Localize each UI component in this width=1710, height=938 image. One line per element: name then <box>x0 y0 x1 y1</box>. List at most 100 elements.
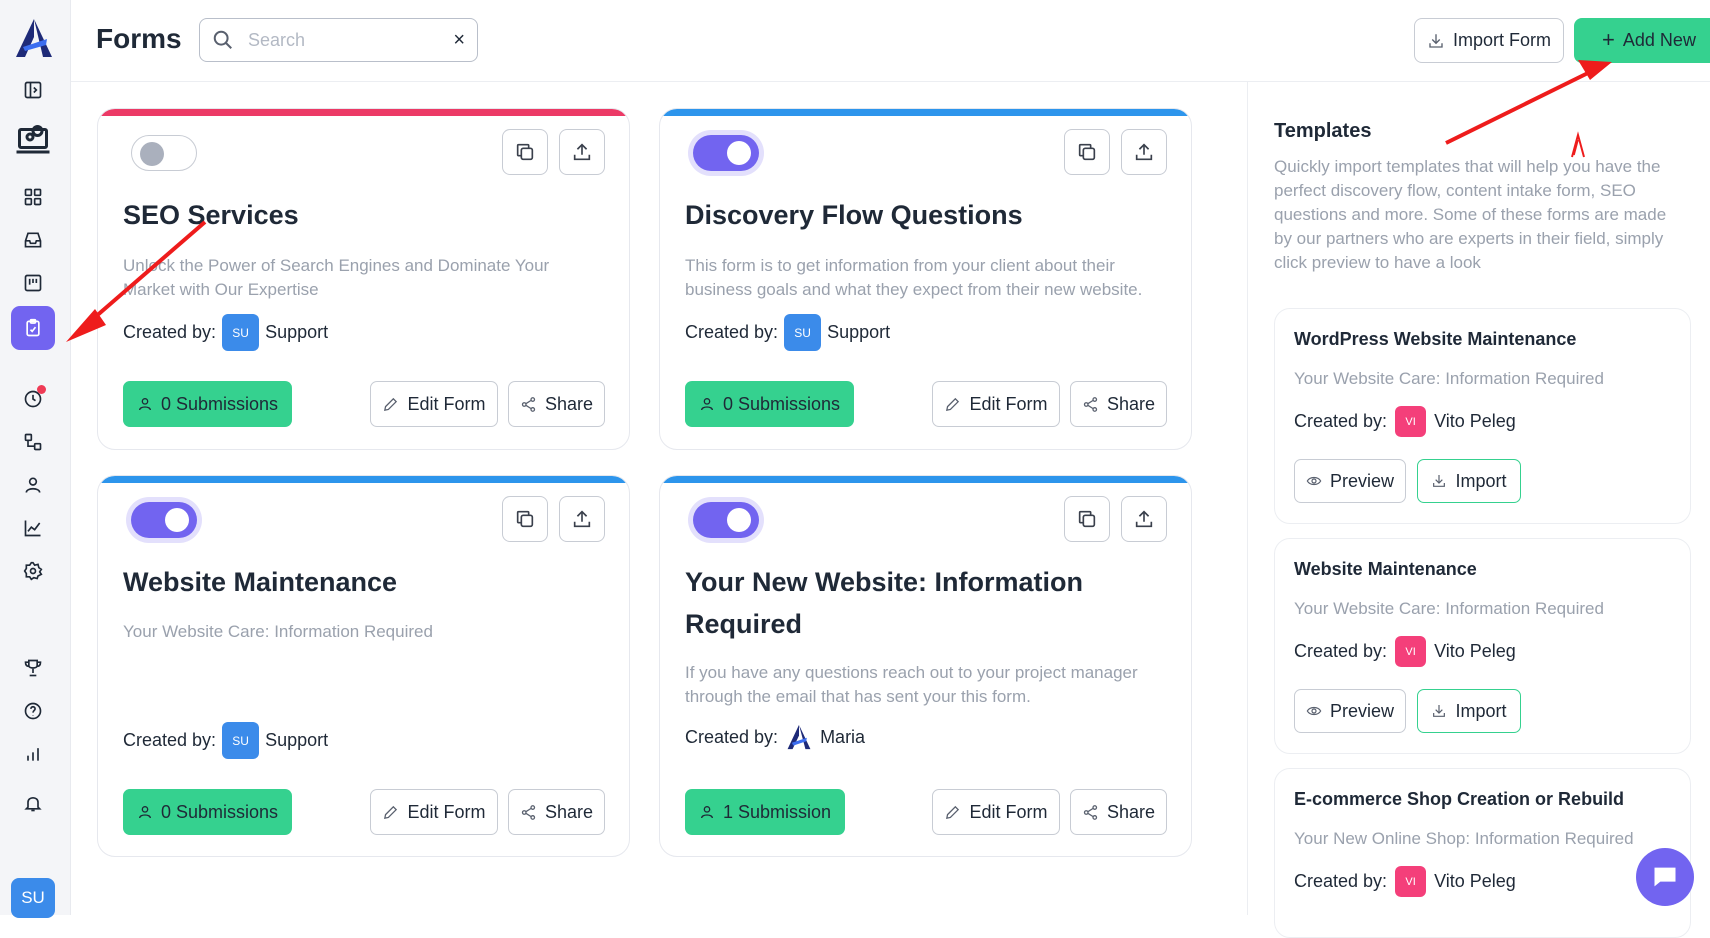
form-title[interactable]: Discovery Flow Questions <box>685 194 1165 236</box>
import-template-button[interactable]: Import <box>1417 689 1521 733</box>
search-box[interactable]: × <box>199 18 478 62</box>
share-button[interactable]: Share <box>1070 381 1167 427</box>
download-icon <box>1429 33 1443 48</box>
template-created-by: Created by: VI Vito Peleg <box>1294 406 1516 437</box>
form-card: Website Maintenance Your Website Care: I… <box>97 475 630 857</box>
upload-icon <box>1135 143 1153 161</box>
form-description: Your Website Care: Information Required <box>123 622 433 641</box>
template-created-by: Created by: VI Vito Peleg <box>1294 636 1516 667</box>
duplicate-form-button[interactable] <box>502 129 548 175</box>
clear-search-icon[interactable]: × <box>453 29 465 52</box>
time-icon[interactable] <box>17 383 49 415</box>
sidebar: SU <box>0 0 71 918</box>
form-enabled-toggle[interactable] <box>131 502 197 538</box>
edit-form-label: Edit Form <box>969 801 1048 822</box>
created-by-label: Created by: <box>123 322 217 342</box>
boards-icon[interactable] <box>17 267 49 299</box>
user-icon <box>701 806 713 819</box>
export-form-button[interactable] <box>559 496 605 542</box>
author-avatar: SU <box>784 314 822 351</box>
share-icon <box>521 804 536 820</box>
created-by-label: Created by: <box>1294 411 1388 431</box>
stats-icon[interactable] <box>17 738 49 770</box>
form-enabled-toggle[interactable] <box>131 135 197 171</box>
copy-icon <box>516 143 534 161</box>
share-label: Share <box>1106 393 1156 414</box>
chat-launcher-button[interactable] <box>1636 848 1694 906</box>
page-title: Forms <box>96 23 182 54</box>
pencil-icon <box>946 397 960 411</box>
copy-icon <box>1078 143 1096 161</box>
share-label: Share <box>544 393 594 414</box>
form-enabled-toggle[interactable] <box>693 502 759 538</box>
submissions-label: 0 Submissions <box>161 393 279 414</box>
template-name: Website Maintenance <box>1294 559 1477 579</box>
form-description: If you have any questions reach out to y… <box>685 663 1138 706</box>
form-title[interactable]: Website Maintenance <box>123 561 603 603</box>
templates-heading: Templates <box>1274 120 1372 142</box>
workflows-icon[interactable] <box>17 426 49 458</box>
edit-form-button[interactable]: Edit Form <box>370 789 498 835</box>
notification-dot <box>37 385 46 394</box>
author-name: Vito Peleg <box>1434 641 1516 661</box>
add-new-button[interactable]: + Add New <box>1574 18 1710 63</box>
form-card: Your New Website: Information Required I… <box>659 475 1192 857</box>
share-button[interactable]: Share <box>508 789 605 835</box>
share-button[interactable]: Share <box>1070 789 1167 835</box>
share-icon <box>521 396 536 412</box>
edit-form-button[interactable]: Edit Form <box>932 789 1060 835</box>
template-subtitle: Your New Online Shop: Information Requir… <box>1294 829 1634 848</box>
edit-form-button[interactable]: Edit Form <box>932 381 1060 427</box>
edit-form-label: Edit Form <box>407 801 486 822</box>
toggle-sidebar-icon[interactable] <box>17 74 49 106</box>
eye-icon <box>1306 476 1322 486</box>
settings-icon[interactable] <box>17 555 49 587</box>
bell-icon[interactable] <box>17 787 49 819</box>
logo-icon[interactable] <box>13 17 55 59</box>
trophy-icon[interactable] <box>17 652 49 684</box>
templates-intro: Quickly import templates that will help … <box>1274 157 1667 272</box>
reports-icon[interactable] <box>17 512 49 544</box>
download-icon <box>1433 705 1446 717</box>
form-title[interactable]: Your New Website: Information Required <box>685 561 1165 645</box>
duplicate-form-button[interactable] <box>1064 129 1110 175</box>
inbox-icon[interactable] <box>17 224 49 256</box>
submissions-button[interactable]: 0 Submissions <box>123 381 293 427</box>
author-avatar: SU <box>222 722 260 759</box>
agency-icon[interactable] <box>11 118 55 162</box>
import-template-button[interactable]: Import <box>1417 459 1521 503</box>
export-form-button[interactable] <box>559 129 605 175</box>
edit-form-button[interactable]: Edit Form <box>370 381 498 427</box>
preview-button[interactable]: Preview <box>1294 689 1406 733</box>
preview-button[interactable]: Preview <box>1294 459 1406 503</box>
form-created-by: Created by: Maria <box>685 722 865 752</box>
search-input[interactable] <box>248 29 438 51</box>
help-icon[interactable] <box>17 695 49 727</box>
submissions-button[interactable]: 0 Submissions <box>685 381 855 427</box>
template-name: E-commerce Shop Creation or Rebuild <box>1294 789 1625 809</box>
submissions-button[interactable]: 0 Submissions <box>123 789 293 835</box>
contacts-icon[interactable] <box>17 469 49 501</box>
dashboard-icon[interactable] <box>17 181 49 213</box>
created-by-label: Created by: <box>1294 871 1388 891</box>
import-label: Import <box>1455 470 1507 491</box>
forms-icon[interactable] <box>11 306 55 350</box>
preview-label: Preview <box>1329 470 1395 491</box>
submissions-label: 0 Submissions <box>723 393 841 414</box>
user-avatar[interactable]: SU <box>11 878 55 918</box>
export-form-button[interactable] <box>1121 496 1167 542</box>
share-label: Share <box>544 801 594 822</box>
form-title[interactable]: SEO Services <box>123 194 603 236</box>
copy-icon <box>1078 510 1096 528</box>
author-avatar: SU <box>222 314 260 351</box>
duplicate-form-button[interactable] <box>502 496 548 542</box>
share-button[interactable]: Share <box>508 381 605 427</box>
preview-label: Preview <box>1329 700 1395 721</box>
export-form-button[interactable] <box>1121 129 1167 175</box>
template-created-by: Created by: VI Vito Peleg <box>1294 866 1516 897</box>
duplicate-form-button[interactable] <box>1064 496 1110 542</box>
form-enabled-toggle[interactable] <box>693 135 759 171</box>
import-form-button[interactable]: Import Form <box>1414 18 1564 63</box>
submissions-button[interactable]: 1 Submission <box>685 789 846 835</box>
edit-form-label: Edit Form <box>969 393 1048 414</box>
